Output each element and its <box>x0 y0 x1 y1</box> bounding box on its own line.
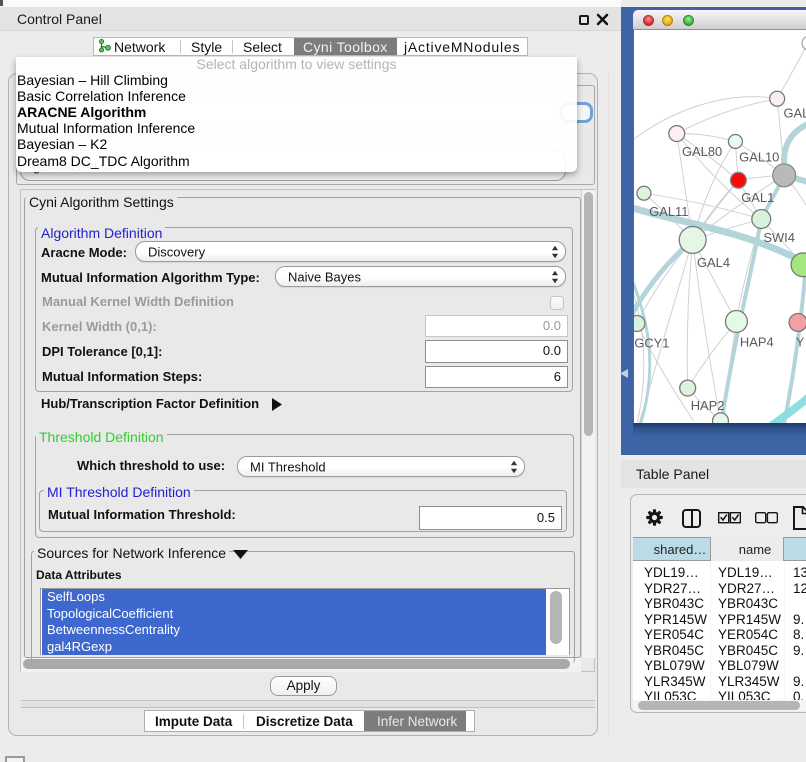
svg-text:GAL7: GAL7 <box>784 106 806 121</box>
svg-text:GAL80: GAL80 <box>682 144 722 159</box>
svg-text:GAL1: GAL1 <box>741 190 774 205</box>
svg-text:GCY1: GCY1 <box>634 335 669 350</box>
svg-text:GAL10: GAL10 <box>739 149 779 164</box>
svg-text:GAL4: GAL4 <box>697 255 730 270</box>
svg-text:SWI4: SWI4 <box>763 230 795 245</box>
svg-text:Y: Y <box>796 334 805 349</box>
svg-text:HAP4: HAP4 <box>740 334 774 349</box>
svg-text:GAL11: GAL11 <box>649 204 688 219</box>
svg-text:HAP2: HAP2 <box>691 398 725 413</box>
